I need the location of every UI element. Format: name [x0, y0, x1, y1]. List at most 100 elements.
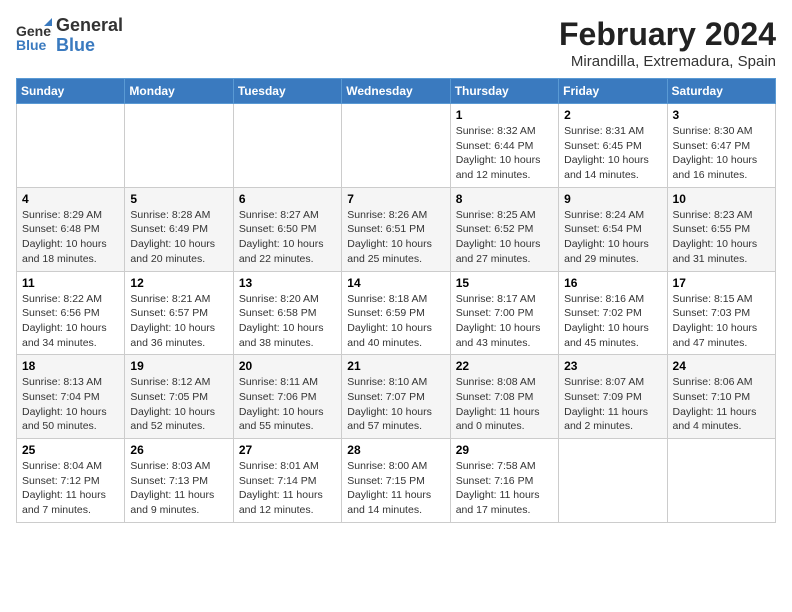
day-number: 5: [130, 192, 227, 206]
calendar-day-cell: 29 Sunrise: 7:58 AM Sunset: 7:16 PM Dayli…: [450, 439, 558, 523]
calendar-week-row: 18 Sunrise: 8:13 AM Sunset: 7:04 PM Dayli…: [17, 355, 776, 439]
calendar-day-cell: [233, 104, 341, 188]
calendar-day-cell: 22 Sunrise: 8:08 AM Sunset: 7:08 PM Dayli…: [450, 355, 558, 439]
calendar-week-row: 1 Sunrise: 8:32 AM Sunset: 6:44 PM Daylig…: [17, 104, 776, 188]
logo-icon: General Blue: [16, 18, 52, 54]
calendar-day-cell: 17 Sunrise: 8:15 AM Sunset: 7:03 PM Dayli…: [667, 271, 775, 355]
calendar-day-cell: 6 Sunrise: 8:27 AM Sunset: 6:50 PM Daylig…: [233, 187, 341, 271]
calendar-day-cell: 15 Sunrise: 8:17 AM Sunset: 7:00 PM Dayli…: [450, 271, 558, 355]
day-info: Sunrise: 8:03 AM Sunset: 7:13 PM Dayligh…: [130, 459, 227, 518]
day-info: Sunrise: 8:13 AM Sunset: 7:04 PM Dayligh…: [22, 375, 119, 434]
day-info: Sunrise: 8:25 AM Sunset: 6:52 PM Dayligh…: [456, 208, 553, 267]
day-number: 10: [673, 192, 770, 206]
logo-general: General: [56, 16, 123, 36]
day-info: Sunrise: 7:58 AM Sunset: 7:16 PM Dayligh…: [456, 459, 553, 518]
day-number: 15: [456, 276, 553, 290]
day-number: 26: [130, 443, 227, 457]
day-number: 16: [564, 276, 661, 290]
page-header: General Blue General Blue February 2024 …: [16, 16, 776, 70]
calendar-day-cell: [559, 439, 667, 523]
day-info: Sunrise: 8:22 AM Sunset: 6:56 PM Dayligh…: [22, 292, 119, 351]
weekday-header: Friday: [559, 79, 667, 104]
day-info: Sunrise: 8:32 AM Sunset: 6:44 PM Dayligh…: [456, 124, 553, 183]
calendar-day-cell: 1 Sunrise: 8:32 AM Sunset: 6:44 PM Daylig…: [450, 104, 558, 188]
day-info: Sunrise: 8:17 AM Sunset: 7:00 PM Dayligh…: [456, 292, 553, 351]
calendar-day-cell: 7 Sunrise: 8:26 AM Sunset: 6:51 PM Daylig…: [342, 187, 450, 271]
calendar-day-cell: [125, 104, 233, 188]
day-number: 18: [22, 359, 119, 373]
calendar-day-cell: 21Sunrise: 8:10 AM Sunset: 7:07 PM Dayli…: [342, 355, 450, 439]
calendar-day-cell: 9 Sunrise: 8:24 AM Sunset: 6:54 PM Daylig…: [559, 187, 667, 271]
calendar-day-cell: 3Sunrise: 8:30 AM Sunset: 6:47 PM Daylig…: [667, 104, 775, 188]
day-info: Sunrise: 8:15 AM Sunset: 7:03 PM Dayligh…: [673, 292, 770, 351]
calendar-day-cell: 26 Sunrise: 8:03 AM Sunset: 7:13 PM Dayli…: [125, 439, 233, 523]
day-info: Sunrise: 8:28 AM Sunset: 6:49 PM Dayligh…: [130, 208, 227, 267]
calendar-day-cell: 23Sunrise: 8:07 AM Sunset: 7:09 PM Dayli…: [559, 355, 667, 439]
calendar-day-cell: 2 Sunrise: 8:31 AM Sunset: 6:45 PM Daylig…: [559, 104, 667, 188]
weekday-header: Tuesday: [233, 79, 341, 104]
day-number: 1: [456, 108, 553, 122]
calendar-day-cell: 5 Sunrise: 8:28 AM Sunset: 6:49 PM Daylig…: [125, 187, 233, 271]
day-number: 8: [456, 192, 553, 206]
calendar-day-cell: 19Sunrise: 8:12 AM Sunset: 7:05 PM Dayli…: [125, 355, 233, 439]
svg-text:Blue: Blue: [16, 37, 47, 53]
calendar-day-cell: 28Sunrise: 8:00 AM Sunset: 7:15 PM Dayli…: [342, 439, 450, 523]
weekday-header: Sunday: [17, 79, 125, 104]
weekday-header: Thursday: [450, 79, 558, 104]
weekday-header: Saturday: [667, 79, 775, 104]
calendar-day-cell: 11 Sunrise: 8:22 AM Sunset: 6:56 PM Dayli…: [17, 271, 125, 355]
calendar-day-cell: 25 Sunrise: 8:04 AM Sunset: 7:12 PM Dayli…: [17, 439, 125, 523]
calendar-table: SundayMondayTuesdayWednesdayThursdayFrid…: [16, 78, 776, 523]
day-number: 12: [130, 276, 227, 290]
day-number: 24: [673, 359, 770, 373]
day-info: Sunrise: 8:04 AM Sunset: 7:12 PM Dayligh…: [22, 459, 119, 518]
day-info: Sunrise: 8:27 AM Sunset: 6:50 PM Dayligh…: [239, 208, 336, 267]
calendar-week-row: 4Sunrise: 8:29 AM Sunset: 6:48 PM Daylig…: [17, 187, 776, 271]
calendar-day-cell: 4Sunrise: 8:29 AM Sunset: 6:48 PM Daylig…: [17, 187, 125, 271]
day-number: 20: [239, 359, 336, 373]
location: Mirandilla, Extremadura, Spain: [559, 53, 776, 70]
day-info: Sunrise: 8:21 AM Sunset: 6:57 PM Dayligh…: [130, 292, 227, 351]
calendar-day-cell: 8 Sunrise: 8:25 AM Sunset: 6:52 PM Daylig…: [450, 187, 558, 271]
day-number: 11: [22, 276, 119, 290]
logo-blue: Blue: [56, 36, 123, 56]
day-number: 7: [347, 192, 444, 206]
calendar-day-cell: 12 Sunrise: 8:21 AM Sunset: 6:57 PM Dayli…: [125, 271, 233, 355]
day-number: 13: [239, 276, 336, 290]
day-number: 17: [673, 276, 770, 290]
day-number: 6: [239, 192, 336, 206]
day-info: Sunrise: 8:24 AM Sunset: 6:54 PM Dayligh…: [564, 208, 661, 267]
day-info: Sunrise: 8:12 AM Sunset: 7:05 PM Dayligh…: [130, 375, 227, 434]
day-info: Sunrise: 8:31 AM Sunset: 6:45 PM Dayligh…: [564, 124, 661, 183]
calendar-day-cell: [17, 104, 125, 188]
day-number: 28: [347, 443, 444, 457]
day-info: Sunrise: 8:01 AM Sunset: 7:14 PM Dayligh…: [239, 459, 336, 518]
day-number: 25: [22, 443, 119, 457]
day-info: Sunrise: 8:26 AM Sunset: 6:51 PM Dayligh…: [347, 208, 444, 267]
calendar-body: 1 Sunrise: 8:32 AM Sunset: 6:44 PM Daylig…: [17, 104, 776, 523]
calendar-day-cell: 18 Sunrise: 8:13 AM Sunset: 7:04 PM Dayli…: [17, 355, 125, 439]
calendar-week-row: 25 Sunrise: 8:04 AM Sunset: 7:12 PM Dayli…: [17, 439, 776, 523]
day-info: Sunrise: 8:08 AM Sunset: 7:08 PM Dayligh…: [456, 375, 553, 434]
day-number: 9: [564, 192, 661, 206]
day-number: 2: [564, 108, 661, 122]
logo: General Blue General Blue: [16, 16, 123, 56]
day-info: Sunrise: 8:29 AM Sunset: 6:48 PM Dayligh…: [22, 208, 119, 267]
calendar-header: SundayMondayTuesdayWednesdayThursdayFrid…: [17, 79, 776, 104]
day-number: 29: [456, 443, 553, 457]
calendar-day-cell: 13Sunrise: 8:20 AM Sunset: 6:58 PM Dayli…: [233, 271, 341, 355]
day-info: Sunrise: 8:23 AM Sunset: 6:55 PM Dayligh…: [673, 208, 770, 267]
day-info: Sunrise: 8:16 AM Sunset: 7:02 PM Dayligh…: [564, 292, 661, 351]
calendar-day-cell: 24Sunrise: 8:06 AM Sunset: 7:10 PM Dayli…: [667, 355, 775, 439]
day-info: Sunrise: 8:10 AM Sunset: 7:07 PM Dayligh…: [347, 375, 444, 434]
title-block: February 2024 Mirandilla, Extremadura, S…: [559, 16, 776, 70]
day-info: Sunrise: 8:30 AM Sunset: 6:47 PM Dayligh…: [673, 124, 770, 183]
day-number: 22: [456, 359, 553, 373]
day-number: 14: [347, 276, 444, 290]
calendar-day-cell: 16 Sunrise: 8:16 AM Sunset: 7:02 PM Dayli…: [559, 271, 667, 355]
weekday-header: Wednesday: [342, 79, 450, 104]
day-number: 27: [239, 443, 336, 457]
month-title: February 2024: [559, 16, 776, 53]
calendar-day-cell: 20Sunrise: 8:11 AM Sunset: 7:06 PM Dayli…: [233, 355, 341, 439]
day-info: Sunrise: 8:07 AM Sunset: 7:09 PM Dayligh…: [564, 375, 661, 434]
